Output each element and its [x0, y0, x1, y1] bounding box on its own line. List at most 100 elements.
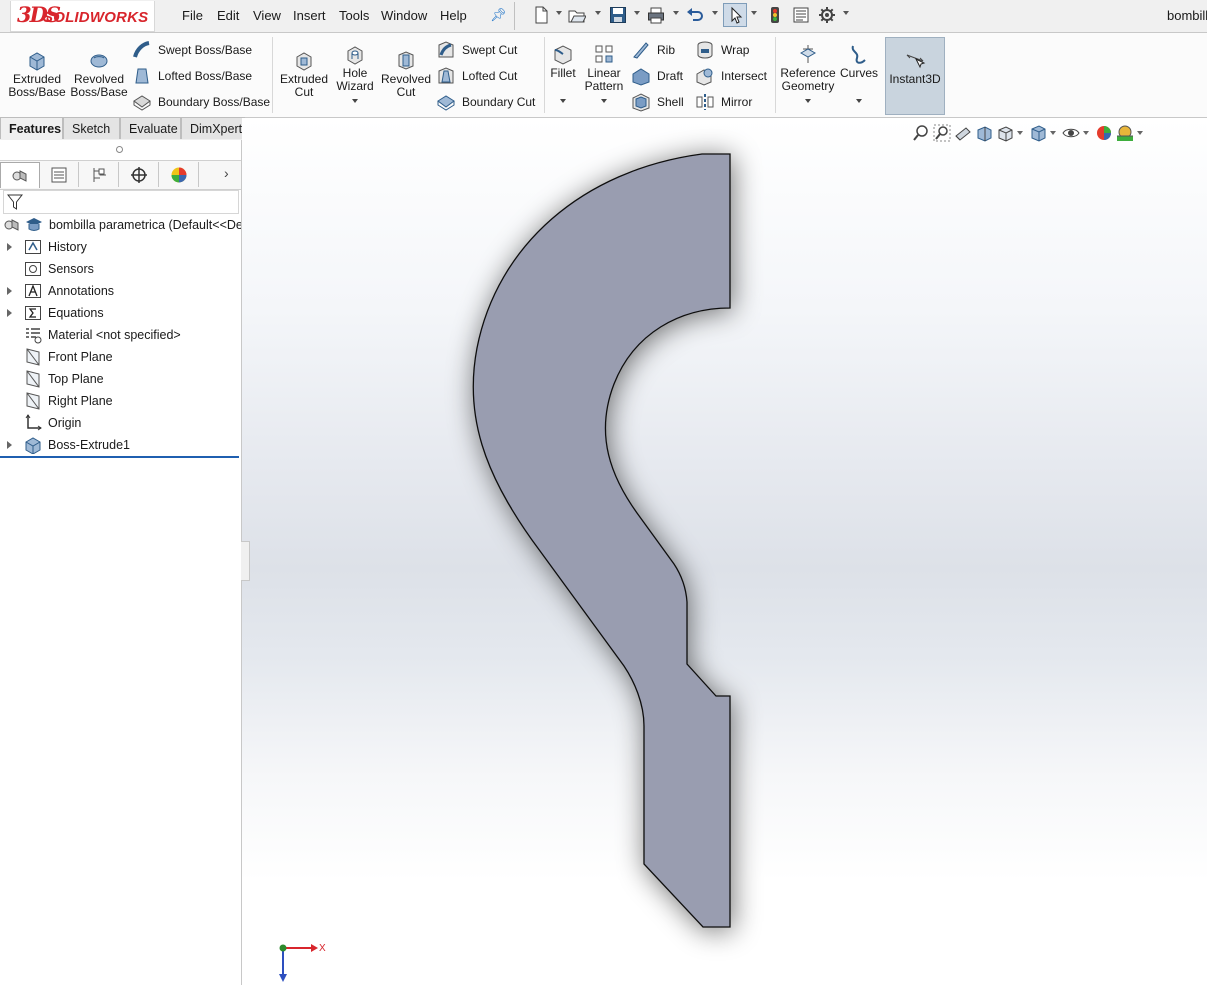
- hide-show-items-icon[interactable]: [1062, 124, 1080, 142]
- tree-root-part[interactable]: bombilla parametrica (Default<<De: [0, 214, 241, 236]
- open-dropdown-icon[interactable]: [595, 11, 601, 15]
- menu-view[interactable]: View: [253, 8, 281, 23]
- lofted-boss-button[interactable]: Lofted Boss/Base: [132, 66, 252, 86]
- draft-button[interactable]: Draft: [631, 66, 683, 86]
- extruded-boss-icon: [29, 52, 45, 71]
- configuration-manager-tab[interactable]: [80, 162, 119, 187]
- expand-arrow-icon[interactable]: [7, 287, 12, 295]
- curves-button[interactable]: Curves: [840, 43, 878, 103]
- select-button[interactable]: [723, 3, 747, 27]
- dynamic-annotation-views-icon[interactable]: [996, 124, 1014, 142]
- wrap-button[interactable]: Wrap: [695, 40, 749, 60]
- apply-scene-dropdown-icon[interactable]: [1137, 131, 1143, 135]
- new-document-icon[interactable]: [532, 6, 550, 24]
- extruded-cut-button[interactable]: Extruded Cut: [278, 49, 330, 99]
- shell-button[interactable]: Shell: [631, 92, 684, 112]
- menu-help[interactable]: Help: [440, 8, 467, 23]
- pin-menu-icon[interactable]: 📌︎: [490, 7, 507, 23]
- panel-splitter-grip[interactable]: [116, 146, 123, 153]
- linear-pattern-icon: [595, 45, 613, 63]
- apply-scene-icon[interactable]: [1116, 124, 1134, 142]
- linear-pattern-button[interactable]: Linear Pattern: [582, 43, 626, 103]
- lofted-cut-button[interactable]: Lofted Cut: [436, 66, 517, 86]
- options-icon[interactable]: [818, 6, 836, 24]
- display-manager-tab[interactable]: [160, 162, 199, 187]
- tree-item-origin[interactable]: Origin: [0, 412, 241, 434]
- rib-button[interactable]: Rib: [631, 40, 675, 60]
- menu-window[interactable]: Window: [381, 8, 427, 23]
- file-properties-icon[interactable]: [792, 6, 810, 24]
- property-manager-tab[interactable]: [40, 162, 79, 187]
- lofted-boss-icon: [135, 68, 149, 84]
- fillet-button[interactable]: Fillet: [548, 43, 578, 103]
- hide-show-dropdown-icon[interactable]: [1083, 131, 1089, 135]
- edit-appearance-icon[interactable]: [1095, 124, 1113, 142]
- rollback-bar[interactable]: [0, 456, 239, 458]
- linear-pattern-dropdown-icon[interactable]: [601, 99, 607, 103]
- revolved-boss-button[interactable]: Revolved Boss/Base: [70, 49, 128, 99]
- tree-item-top-plane[interactable]: Top Plane: [0, 368, 241, 390]
- tree-item-boss-extrude1[interactable]: Boss-Extrude1: [0, 434, 241, 456]
- hole-wizard-dropdown-icon[interactable]: [352, 99, 358, 103]
- undo-dropdown-icon[interactable]: [712, 11, 718, 15]
- print-icon[interactable]: [647, 6, 665, 24]
- mirror-button[interactable]: Mirror: [695, 92, 752, 112]
- tree-item-equations[interactable]: Equations: [0, 302, 241, 324]
- display-style-dropdown-icon[interactable]: [1050, 131, 1056, 135]
- reference-geometry-button[interactable]: Reference Geometry: [780, 43, 836, 103]
- feature-manager-tab[interactable]: [0, 162, 40, 188]
- zoom-to-fit-icon[interactable]: [912, 124, 930, 142]
- tree-item-material[interactable]: Material <not specified>: [0, 324, 241, 346]
- open-icon[interactable]: [568, 6, 586, 24]
- expand-arrow-icon[interactable]: [7, 243, 12, 251]
- zoom-to-area-icon[interactable]: [933, 124, 951, 142]
- swept-cut-button[interactable]: Swept Cut: [436, 40, 517, 60]
- hole-wizard-button[interactable]: Hole Wizard: [332, 43, 378, 103]
- curves-dropdown-icon[interactable]: [856, 99, 862, 103]
- graphics-area[interactable]: X: [242, 118, 1207, 985]
- menu-file[interactable]: File: [182, 8, 203, 23]
- save-icon[interactable]: [609, 6, 627, 24]
- extruded-boss-button[interactable]: Extruded Boss/Base: [8, 49, 66, 99]
- tab-dimxpert[interactable]: DimXpert: [181, 117, 245, 139]
- part-profile-face[interactable]: [472, 153, 731, 928]
- menu-edit[interactable]: Edit: [217, 8, 239, 23]
- revolved-cut-button[interactable]: Revolved Cut: [380, 49, 432, 99]
- tree-item-front-plane[interactable]: Front Plane: [0, 346, 241, 368]
- section-view-icon[interactable]: [975, 124, 993, 142]
- menu-insert[interactable]: Insert: [293, 8, 326, 23]
- tree-item-sensors[interactable]: Sensors: [0, 258, 241, 280]
- options-dropdown-icon[interactable]: [843, 11, 849, 15]
- tree-item-right-plane[interactable]: Right Plane: [0, 390, 241, 412]
- boundary-boss-button[interactable]: Boundary Boss/Base: [132, 92, 270, 112]
- rebuild-icon[interactable]: [766, 6, 784, 24]
- view-orientation-icon[interactable]: [1029, 124, 1047, 142]
- tab-evaluate[interactable]: Evaluate: [120, 117, 181, 139]
- undo-icon[interactable]: [686, 6, 704, 24]
- expand-arrow-icon[interactable]: [7, 441, 12, 449]
- select-dropdown-icon[interactable]: [751, 11, 757, 15]
- new-dropdown-icon[interactable]: [556, 11, 562, 15]
- reference-geometry-dropdown-icon[interactable]: [805, 99, 811, 103]
- group-separator: [544, 37, 545, 113]
- tree-item-annotations[interactable]: Annotations: [0, 280, 241, 302]
- dimxpert-manager-tab[interactable]: [120, 162, 159, 187]
- swept-boss-button[interactable]: Swept Boss/Base: [132, 40, 252, 60]
- previous-view-icon[interactable]: [954, 124, 972, 142]
- menu-tools[interactable]: Tools: [339, 8, 369, 23]
- tree-filter-field[interactable]: [3, 190, 239, 214]
- tab-features[interactable]: Features: [0, 117, 63, 139]
- tab-sketch[interactable]: Sketch: [63, 117, 120, 139]
- solidworks-logo[interactable]: 3DS SOLIDWORKS: [10, 1, 155, 32]
- expand-arrow-icon[interactable]: [7, 309, 12, 317]
- intersect-button[interactable]: Intersect: [695, 66, 767, 86]
- tree-item-history[interactable]: History: [0, 236, 241, 258]
- save-dropdown-icon[interactable]: [634, 11, 640, 15]
- print-dropdown-icon[interactable]: [673, 11, 679, 15]
- boundary-cut-button[interactable]: Boundary Cut: [436, 92, 535, 112]
- chevron-right-icon[interactable]: ›: [224, 165, 229, 181]
- fillet-dropdown-icon[interactable]: [560, 99, 566, 103]
- view-orientation-dropdown-icon[interactable]: [1017, 131, 1023, 135]
- panel-collapse-handle[interactable]: [241, 541, 250, 581]
- instant3d-button[interactable]: Instant3D: [885, 37, 945, 115]
